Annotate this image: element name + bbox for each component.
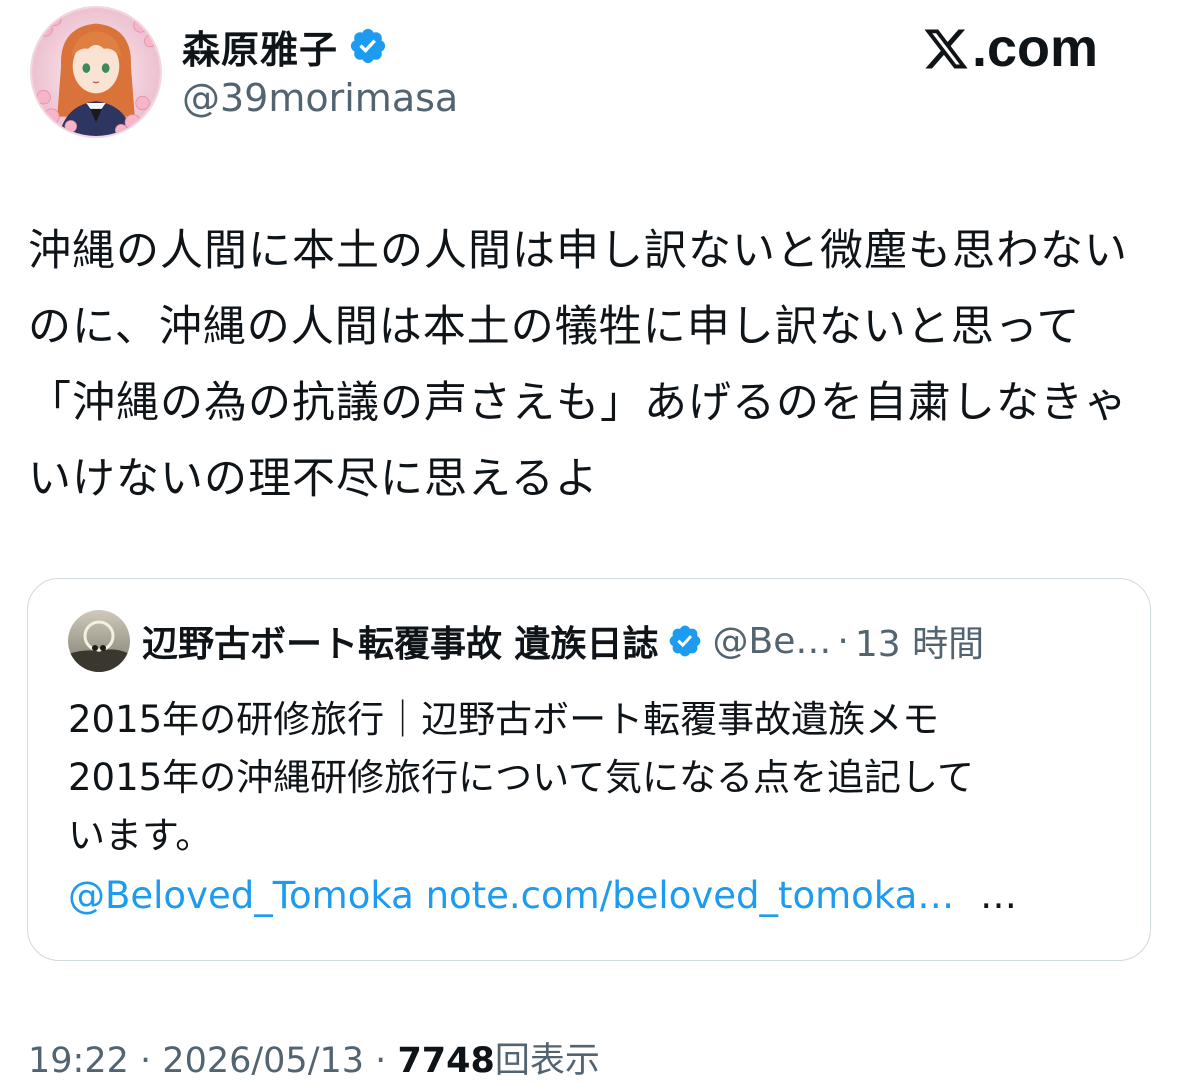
show-more-ellipsis[interactable]: …	[980, 874, 1017, 917]
tweet-text: 沖縄の人間に本土の人間は申し訳ないと微塵も思わないのに、沖縄の人間は本土の犠牲に…	[28, 226, 1128, 504]
meta-separator: ·	[375, 1041, 387, 1081]
note-url-link[interactable]: note.com/beloved_tomoka…	[426, 874, 955, 917]
verified-badge-icon	[348, 26, 388, 66]
author-avatar[interactable]	[30, 6, 162, 138]
quoted-text-line: 2015年の研修旅行｜辺野古ボート転覆事故遺族メモ	[68, 698, 940, 741]
meta-separator: ·	[140, 1041, 152, 1081]
tweet-date[interactable]: 2026/05/13	[162, 1041, 364, 1081]
quoted-author-handle[interactable]: @Be…	[713, 621, 832, 662]
quoted-text-line: 2015年の沖縄研修旅行について気になる点を追記して	[68, 756, 974, 799]
quoted-tweet-text: 2015年の研修旅行｜辺野古ボート転覆事故遺族メモ 2015年の沖縄研修旅行につ…	[68, 691, 1118, 865]
views-count: 7748	[397, 1041, 495, 1081]
tweet-time[interactable]: 19:22	[28, 1041, 129, 1081]
author-name-row[interactable]: 森原雅子	[182, 18, 388, 74]
tweet-meta: 19:22 · 2026/05/13 · 7748回表示	[28, 1032, 600, 1083]
quoted-timestamp[interactable]: 13 時間	[855, 615, 984, 667]
quoted-tweet-header: 辺野古ボート転覆事故 遺族日誌 @Be… · 13 時間	[68, 610, 984, 672]
quoted-author-avatar[interactable]	[68, 610, 130, 672]
quoted-verified-badge-icon	[667, 623, 703, 659]
x-logo-icon	[922, 24, 970, 72]
memorial-photo-icon	[68, 610, 130, 672]
quoted-text-line: います。	[68, 814, 213, 857]
author-display-name[interactable]: 森原雅子	[182, 19, 338, 74]
x-brand-logo: .com	[922, 16, 1098, 80]
quoted-tweet-card[interactable]: 辺野古ボート転覆事故 遺族日誌 @Be… · 13 時間 2015年の研修旅行｜…	[27, 578, 1151, 961]
anime-avatar-icon	[32, 8, 160, 136]
author-handle[interactable]: @39morimasa	[182, 76, 458, 120]
x-logo-text: .com	[972, 18, 1099, 78]
mention-link[interactable]: @Beloved_Tomoka	[68, 874, 414, 917]
quoted-separator: ·	[837, 620, 849, 662]
views-label: 回表示	[494, 1041, 600, 1081]
quoted-author-name[interactable]: 辺野古ボート転覆事故 遺族日誌	[142, 615, 659, 667]
quoted-links-row: @Beloved_Tomoka note.com/beloved_tomoka……	[68, 867, 1017, 925]
